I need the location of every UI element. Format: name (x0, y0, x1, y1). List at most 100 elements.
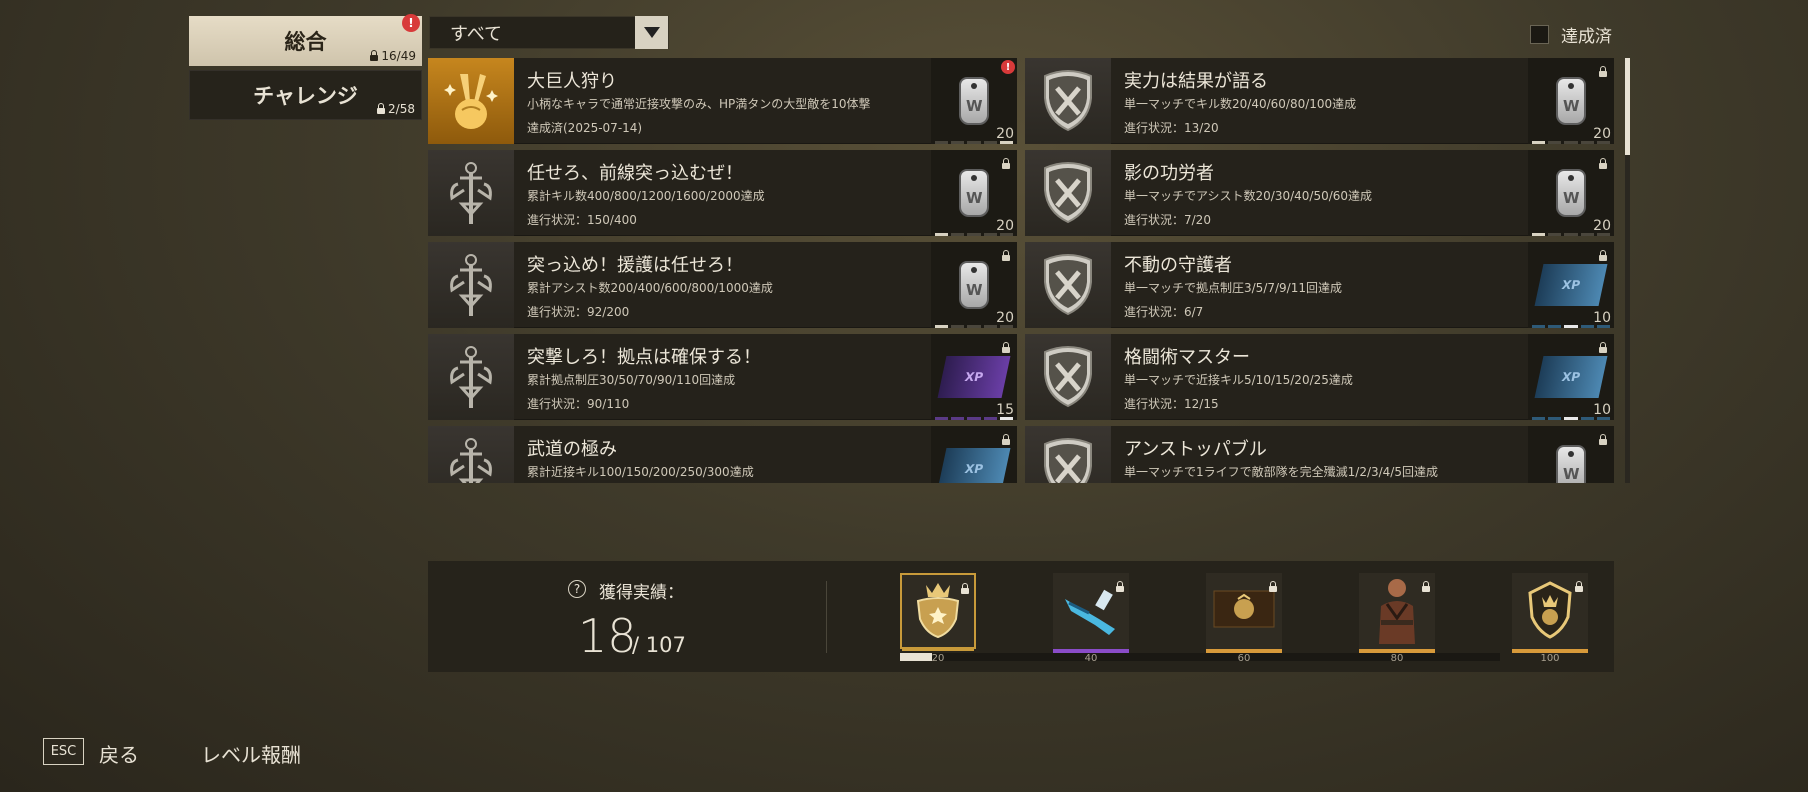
achievement-card[interactable]: アンストッパブル 単一マッチで1ライフで敵部隊を完全殲滅1/2/3/4/5回達成 (1025, 426, 1614, 483)
tier-segment (967, 141, 981, 144)
milestone-bar (902, 647, 974, 651)
tier-segment (999, 417, 1014, 420)
lock-icon (961, 579, 969, 598)
count-text: 16/49 (381, 49, 416, 63)
esc-key-hint[interactable]: ESC (43, 738, 84, 765)
earned-count: 18 (578, 609, 637, 663)
xp-flag-icon: XP (1534, 356, 1608, 398)
dogtag-icon (1556, 445, 1586, 483)
reward-slot[interactable]: 20 (931, 150, 1017, 236)
tier-segment (1532, 233, 1546, 236)
gold-shield-icon (1524, 579, 1576, 643)
lock-icon (377, 102, 386, 114)
reward-amount: 10 (1593, 402, 1611, 418)
tier-segment (1564, 325, 1578, 328)
reward-slot[interactable]: 20 (1528, 58, 1614, 144)
reward-slot[interactable]: XP (931, 426, 1017, 483)
back-button[interactable]: 戻る (99, 739, 139, 768)
rifle-skin-icon (1059, 579, 1123, 643)
milestone-value: 100 (1540, 653, 1560, 664)
tier-progress (1532, 233, 1611, 236)
tier-segment (1580, 141, 1594, 144)
achievement-card[interactable]: 武道の極み 累計近接キル100/150/200/250/300達成 XP (428, 426, 1017, 483)
tab-challenge-label: チャレンジ (253, 84, 358, 108)
checkbox[interactable] (1530, 25, 1549, 44)
crossed-swords-shield-icon (1025, 426, 1111, 483)
achievement-card[interactable]: 影の功労者 単一マッチでアシスト数20/30/40/50/60達成 進行状況：7/2… (1025, 150, 1614, 236)
crossed-swords-shield-icon (1025, 58, 1111, 144)
reward-slot[interactable]: XP 15 (931, 334, 1017, 420)
lock-icon (1002, 430, 1010, 449)
emblem-card-icon (1212, 587, 1276, 635)
achievement-progress: 進行状況：90/110 (527, 397, 630, 411)
reward-amount: 20 (1593, 126, 1611, 142)
reward-slot[interactable]: ! 20 (931, 58, 1017, 144)
dropdown-arrow-icon[interactable] (635, 16, 668, 49)
reward-slot[interactable]: 20 (931, 242, 1017, 328)
tab-overall-count: 16/49 (370, 49, 416, 63)
reward-slot[interactable]: 20 (1528, 150, 1614, 236)
lock-icon (370, 49, 379, 61)
tier-segment (935, 417, 949, 420)
achievement-card[interactable]: 突っ込め！援護は任せろ！ 累計アシスト数200/400/600/800/1000達… (428, 242, 1017, 328)
tier-segment (935, 233, 949, 236)
achievement-card[interactable]: 任せろ、前線突っ込むぜ！ 累計キル数400/800/1200/1600/2000達… (428, 150, 1017, 236)
reward-slot[interactable]: XP 10 (1528, 334, 1614, 420)
achievement-card[interactable]: 突撃しろ！拠点は確保する！ 累計拠点制圧30/50/70/90/110回達成 進行状… (428, 334, 1017, 420)
tier-progress (1532, 325, 1611, 328)
achievement-progress: 進行状況：92/200 (527, 305, 630, 319)
tab-overall[interactable]: 総合 ! 16/49 (189, 14, 422, 66)
level-milestone-reward[interactable] (1053, 573, 1129, 653)
xp-flag-icon: XP (937, 356, 1011, 398)
achievement-description: 単一マッチでキル数20/40/60/80/100達成 (1124, 97, 1357, 111)
achievement-title: 大巨人狩り (527, 71, 617, 92)
scrollbar-thumb[interactable] (1625, 58, 1630, 155)
reward-slot[interactable] (1528, 426, 1614, 483)
achievement-card[interactable]: 実力は結果が語る 単一マッチでキル数20/40/60/80/100達成 進行状況：1… (1025, 58, 1614, 144)
category-filter-dropdown[interactable]: すべて (429, 16, 669, 49)
level-reward-button[interactable]: レベル報酬 (201, 739, 301, 768)
achievement-title: 不動の守護者 (1124, 255, 1232, 276)
achievement-card[interactable]: 格闘術マスター 単一マッチで近接キル5/10/15/20/25達成 進行状況：12/… (1025, 334, 1614, 420)
achievement-list[interactable]: 大巨人狩り 小柄なキャラで通常近接攻撃のみ、HP満タンの大型敵を10体撃 達成済(2… (428, 58, 1614, 483)
divider (826, 581, 827, 653)
achievement-description: 累計近接キル100/150/200/250/300達成 (527, 465, 754, 479)
tier-segment (951, 233, 965, 236)
level-milestone-reward[interactable] (1359, 573, 1435, 653)
tier-segment (1564, 141, 1578, 144)
xp-flag-icon: XP (1534, 264, 1608, 306)
tab-challenge[interactable]: チャレンジ 2/58 (189, 70, 422, 120)
crossed-swords-shield-icon (1025, 242, 1111, 328)
tier-segment (1596, 233, 1611, 236)
reward-slot[interactable]: XP 10 (1528, 242, 1614, 328)
lock-icon (1002, 246, 1010, 265)
reward-amount: 15 (996, 402, 1014, 418)
achievement-card[interactable]: 大巨人狩り 小柄なキャラで通常近接攻撃のみ、HP満タンの大型敵を10体撃 達成済(2… (428, 58, 1017, 144)
peace-sign-icon (428, 58, 514, 144)
lock-icon (1599, 62, 1607, 81)
achievement-title: アンストッパブル (1124, 439, 1267, 460)
tier-segment (967, 325, 981, 328)
lock-icon (1575, 577, 1583, 596)
level-milestone-reward[interactable] (900, 573, 976, 651)
winged-staff-icon (428, 242, 514, 328)
level-milestone-reward[interactable] (1206, 573, 1282, 653)
milestone-value: 20 (931, 653, 945, 664)
tier-segment (983, 325, 997, 328)
level-milestone-reward[interactable] (1512, 573, 1588, 653)
achievement-title: 格闘術マスター (1124, 347, 1250, 368)
lock-icon (1599, 338, 1607, 357)
completed-filter-checkbox[interactable]: 達成済 (1530, 22, 1612, 47)
achievement-card[interactable]: 不動の守護者 単一マッチで拠点制圧3/5/7/9/11回達成 進行状況：6/7 XP 1… (1025, 242, 1614, 328)
crossed-swords-shield-icon (1025, 334, 1111, 420)
character-skin-icon (1369, 574, 1425, 648)
tab-challenge-count: 2/58 (377, 102, 415, 116)
tier-segment (1532, 417, 1546, 420)
tier-segment (983, 417, 997, 420)
xp-flag-icon: XP (937, 448, 1011, 483)
achievement-description: 単一マッチで近接キル5/10/15/20/25達成 (1124, 373, 1353, 387)
count-text: 2/58 (388, 102, 415, 116)
winged-staff-icon (428, 150, 514, 236)
scrollbar[interactable] (1625, 58, 1630, 483)
help-icon[interactable]: ? (568, 580, 586, 598)
